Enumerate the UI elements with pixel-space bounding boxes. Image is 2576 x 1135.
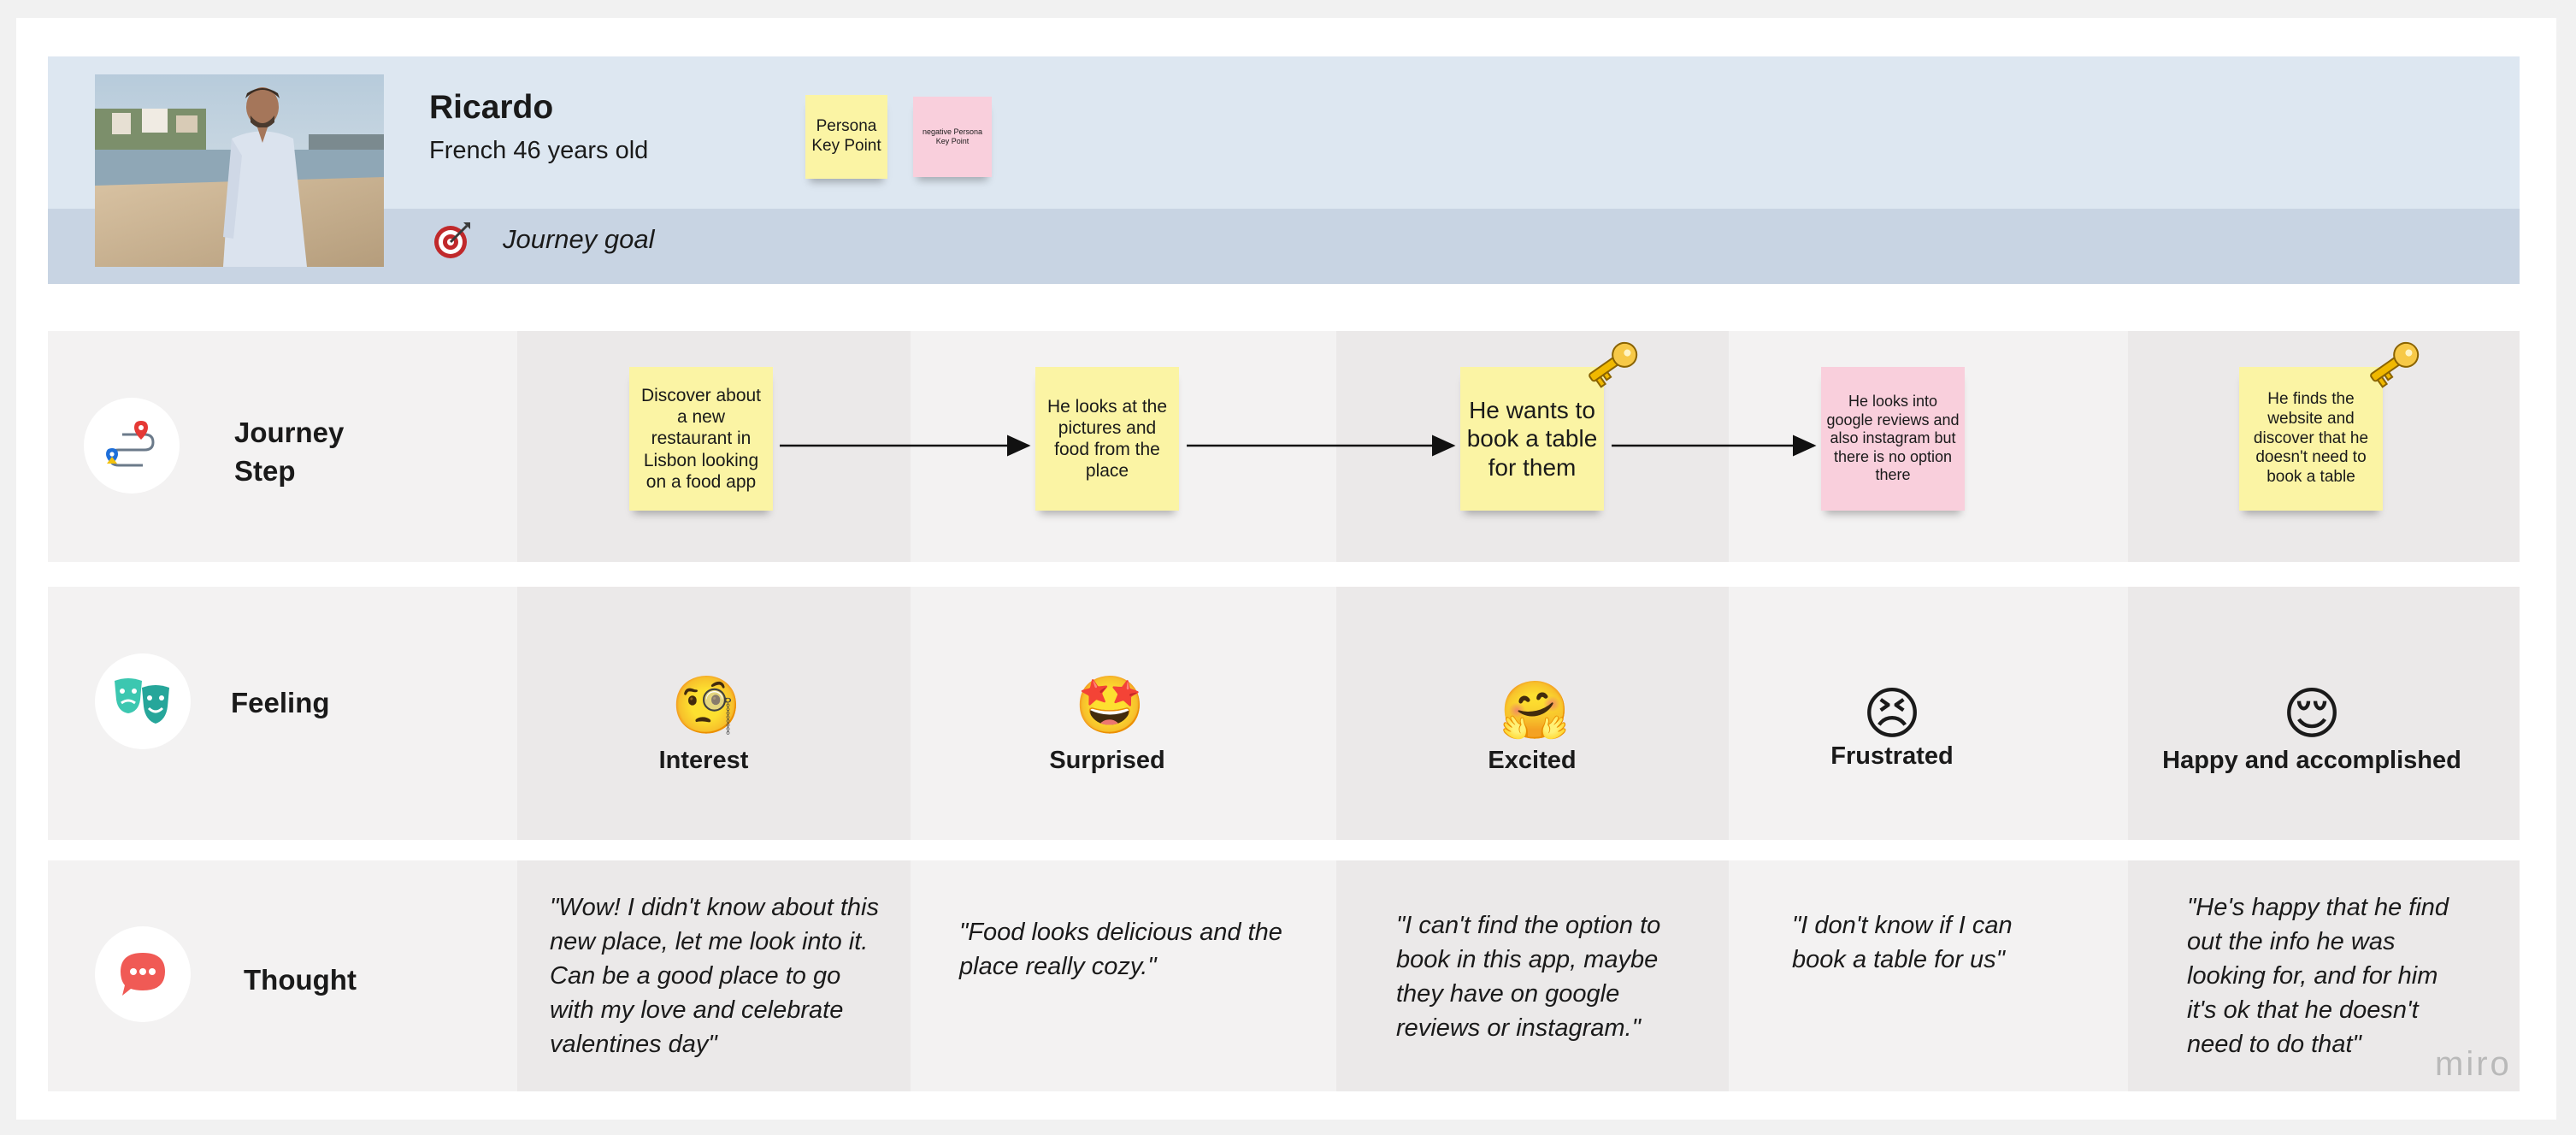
miro-watermark: miro xyxy=(2435,1045,2512,1083)
feeling-label-5: Happy and accomplished xyxy=(2162,747,2461,774)
thought-text-2: "Food looks delicious and the place real… xyxy=(959,919,1282,980)
thought-text-5: "He's happy that he find out the info he… xyxy=(2187,894,2449,1058)
face-with-monocle-emoji: 🧐 xyxy=(671,672,742,738)
feeling-label-3: Excited xyxy=(1488,747,1577,774)
feeling-label-2: Surprised xyxy=(1049,747,1165,774)
thought-text-1: "Wow! I didn't know about this new place… xyxy=(550,894,879,1058)
relieved-face-emoji: 😌 xyxy=(2282,681,2342,747)
thought-text-3: "I can't find the option to book in this… xyxy=(1396,912,1661,1042)
feeling-label-1: Interest xyxy=(658,747,749,774)
persevering-face-emoji: 😣 xyxy=(1862,681,1922,747)
thought-text-4: "I don't know if I can book a table for … xyxy=(1792,912,2013,973)
star-struck-emoji: 🤩 xyxy=(1075,672,1146,738)
hugging-face-emoji: 🤗 xyxy=(1500,677,1571,743)
feeling-label-4: Frustrated xyxy=(1830,742,1954,770)
